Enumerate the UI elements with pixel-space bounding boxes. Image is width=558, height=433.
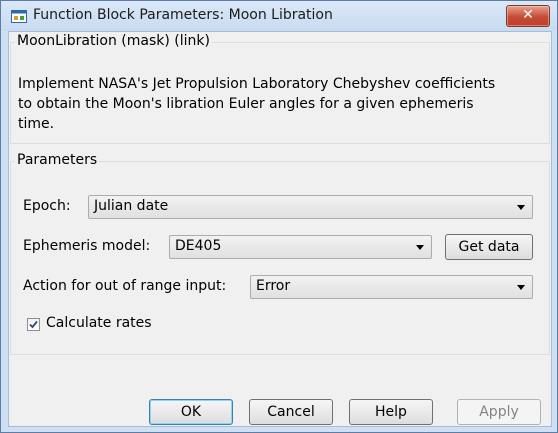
title-bar[interactable]: Function Block Parameters: Moon Libratio… xyxy=(1,1,557,31)
epoch-value: Julian date xyxy=(94,198,169,214)
action-dropdown[interactable]: Error xyxy=(250,275,533,299)
epoch-label: Epoch: xyxy=(23,198,71,214)
help-button[interactable]: Help xyxy=(349,399,433,425)
description-line: time. xyxy=(18,116,55,132)
dialog-window: Function Block Parameters: Moon Libratio… xyxy=(0,0,558,433)
cancel-button[interactable]: Cancel xyxy=(249,399,333,425)
epoch-dropdown[interactable]: Julian date xyxy=(88,195,533,219)
apply-button: Apply xyxy=(457,399,541,425)
simulink-block-icon xyxy=(11,10,27,23)
chevron-down-icon xyxy=(416,245,424,250)
close-button[interactable]: ✕ xyxy=(506,5,550,27)
window-title: Function Block Parameters: Moon Libratio… xyxy=(33,7,333,23)
action-value: Error xyxy=(256,278,291,294)
chevron-down-icon xyxy=(517,285,525,290)
action-label: Action for out of range input: xyxy=(23,278,227,294)
mask-description: Implement NASA's Jet Propulsion Laborato… xyxy=(18,74,538,134)
get-data-button[interactable]: Get data xyxy=(445,234,533,260)
description-line: to obtain the Moon's libration Euler ang… xyxy=(18,96,474,112)
checkmark-icon xyxy=(29,320,38,329)
ok-button[interactable]: OK xyxy=(149,399,233,425)
calculate-rates-checkbox[interactable] xyxy=(27,318,40,331)
chevron-down-icon xyxy=(517,205,525,210)
ephemeris-model-label: Ephemeris model: xyxy=(23,238,151,254)
ephemeris-model-value: DE405 xyxy=(175,238,222,254)
dialog-content: MoonLibration (mask) (link) Implement NA… xyxy=(8,31,552,427)
description-line: Implement NASA's Jet Propulsion Laborato… xyxy=(18,76,496,92)
calculate-rates-label[interactable]: Calculate rates xyxy=(46,315,152,331)
parameters-group-title: Parameters xyxy=(15,152,100,168)
mask-group-title: MoonLibration (mask) (link) xyxy=(15,33,212,49)
ephemeris-model-dropdown[interactable]: DE405 xyxy=(169,235,432,259)
